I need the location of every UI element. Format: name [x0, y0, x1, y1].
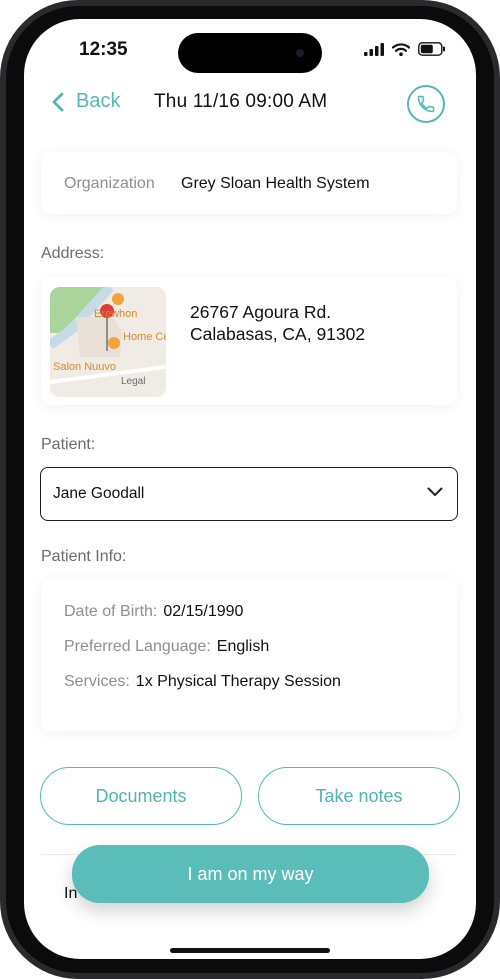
take-notes-button[interactable]: Take notes: [258, 767, 460, 825]
signal-icon: [364, 42, 384, 56]
address-line1: 26767 Agoura Rd.: [190, 302, 332, 322]
home-indicator: [170, 948, 330, 953]
on-my-way-button[interactable]: I am on my way: [72, 845, 429, 903]
action-button: [0, 190, 5, 226]
patient-selected-value: Jane Goodall: [53, 485, 145, 502]
dob-label: Date of Birth:: [64, 603, 158, 620]
info-row-services: Services: 1x Physical Therapy Session: [64, 673, 341, 691]
address-line2: Calabasas, CA, 91302: [190, 324, 366, 344]
address-section-label: Address:: [41, 245, 105, 262]
power-button: [495, 310, 500, 420]
phone-icon: [417, 95, 435, 113]
camera-icon: [296, 49, 304, 57]
map-graphic: Erewhon Home Center Salon Nuuvo Legal: [50, 287, 166, 397]
patient-dropdown[interactable]: Jane Goodall: [40, 467, 458, 521]
patient-info-card: Date of Birth: 02/15/1990 Preferred Langu…: [41, 579, 457, 731]
services-label: Services:: [64, 673, 130, 690]
status-icons: [364, 39, 446, 59]
organization-value: Grey Sloan Health System: [181, 175, 370, 192]
info-row-language: Preferred Language: English: [64, 638, 269, 656]
dob-value: 02/15/1990: [163, 603, 244, 620]
language-value: English: [216, 638, 270, 655]
back-label: Back: [76, 90, 121, 112]
status-time: 12:35: [79, 39, 128, 60]
language-label: Preferred Language:: [64, 638, 211, 655]
organization-label: Organization: [64, 175, 155, 192]
services-value: 1x Physical Therapy Session: [135, 673, 341, 690]
patient-info-section-label: Patient Info:: [41, 548, 127, 565]
battery-icon: [418, 42, 445, 56]
top-nav: Back Thu 11/16 09:00 AM: [24, 85, 476, 123]
call-button[interactable]: [407, 85, 445, 123]
map-thumbnail[interactable]: Erewhon Home Center Salon Nuuvo Legal: [50, 287, 166, 397]
appointment-datetime: Thu 11/16 09:00 AM: [154, 91, 328, 112]
back-button[interactable]: Back: [52, 90, 120, 113]
address-text: 26767 Agoura Rd. Calabasas, CA, 91302: [190, 301, 365, 345]
volume-up-button: [0, 262, 5, 334]
dynamic-island: [178, 33, 322, 73]
wifi-icon: [392, 42, 410, 56]
app-screen: 12:35 Back Thu 11/16 09:00 AM Organizati…: [24, 19, 476, 959]
map-label-place2: Home Center: [123, 331, 166, 343]
organization-card: Organization Grey Sloan Health System: [41, 152, 457, 214]
patient-section-label: Patient:: [41, 436, 96, 453]
info-row-dob: Date of Birth: 02/15/1990: [64, 603, 243, 621]
volume-down-button: [0, 350, 5, 422]
map-label-place3: Salon Nuuvo: [53, 361, 116, 373]
chevron-left-icon: [52, 92, 64, 111]
chevron-down-icon: [427, 487, 443, 496]
address-card[interactable]: Erewhon Home Center Salon Nuuvo Legal 26…: [41, 277, 457, 405]
documents-button[interactable]: Documents: [40, 767, 242, 825]
map-label-place1: Erewhon: [94, 308, 137, 320]
map-legal-label: Legal: [121, 376, 145, 387]
